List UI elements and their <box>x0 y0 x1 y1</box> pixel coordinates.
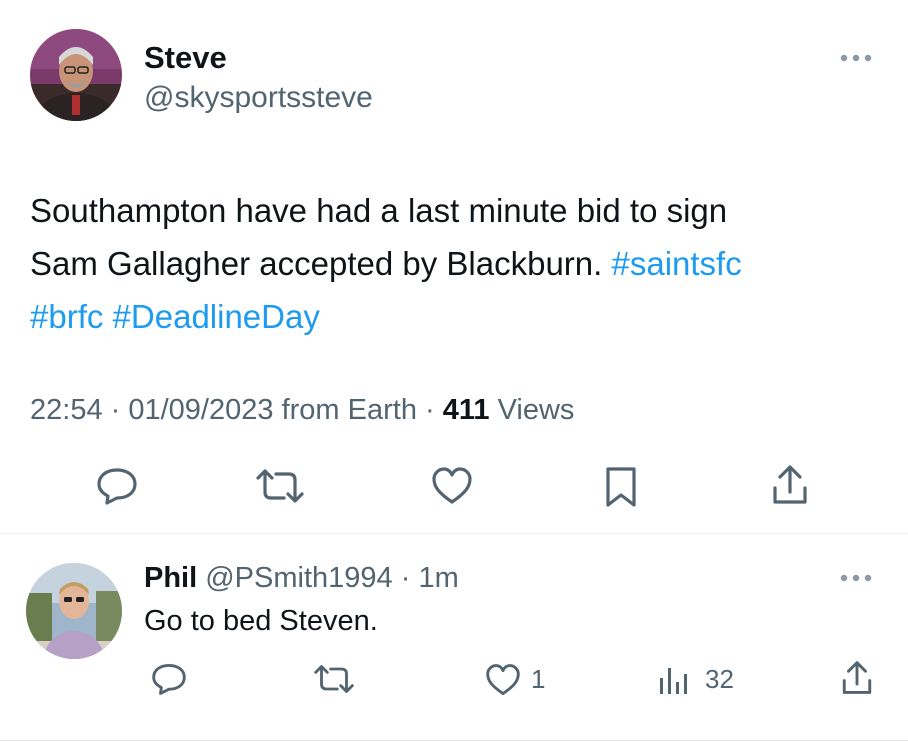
reply-header: Phil @PSmith1994 · 1m <box>144 560 459 596</box>
views-label[interactable]: Views <box>490 394 575 426</box>
hashtag-brfc[interactable]: #brfc <box>30 298 103 335</box>
separator-dot: · <box>416 394 443 426</box>
tweet-source: from Earth <box>273 394 417 426</box>
author-avatar[interactable] <box>30 29 122 121</box>
tweet-text-line-1: Southampton have had a last minute bid t… <box>30 192 728 229</box>
reply-reply-icon[interactable] <box>150 662 188 696</box>
reply-more-options-icon[interactable] <box>836 570 876 586</box>
author-name[interactable]: Steve <box>144 40 227 76</box>
tweet-time[interactable]: 22:54 <box>30 394 103 426</box>
hashtag-deadlineday[interactable]: #DeadlineDay <box>113 298 320 335</box>
tweet-date[interactable]: 01/09/2023 <box>128 394 273 426</box>
tweet-text: Southampton have had a last minute bid t… <box>30 184 890 343</box>
tweet-text-line-2: Sam Gallagher accepted by Blackburn. #sa… <box>30 237 890 290</box>
tweet-metadata: 22:54 · 01/09/2023 from Earth · 411 View… <box>30 392 574 428</box>
separator-dot: · <box>392 562 419 594</box>
reply-text: Go to bed Steven. <box>144 605 378 637</box>
reply-author-name[interactable]: Phil <box>144 562 197 594</box>
divider <box>0 740 908 741</box>
author-handle[interactable]: @skysportssteve <box>144 80 373 116</box>
more-options-icon[interactable] <box>836 50 876 66</box>
divider <box>0 533 908 534</box>
reply-views-icon[interactable] <box>658 664 690 696</box>
reply-author-handle[interactable]: @PSmith1994 <box>205 562 392 594</box>
like-icon[interactable] <box>430 466 474 506</box>
hashtag-saintsfc[interactable]: #saintsfc <box>611 245 741 282</box>
reply-time[interactable]: 1m <box>418 562 458 594</box>
reply-icon[interactable] <box>95 466 139 506</box>
reply-like-count[interactable]: 1 <box>531 664 545 694</box>
separator-dot: · <box>102 394 129 426</box>
reply-view-count[interactable]: 32 <box>705 664 734 694</box>
reply-retweet-icon[interactable] <box>312 664 356 694</box>
bookmark-icon[interactable] <box>604 466 638 508</box>
retweet-icon[interactable] <box>254 468 306 504</box>
reply-like-icon[interactable] <box>484 663 522 697</box>
views-count[interactable]: 411 <box>443 394 490 426</box>
reply-share-icon[interactable] <box>840 660 874 696</box>
tweet-text-body: Sam Gallagher accepted by Blackburn. <box>30 245 612 282</box>
reply-author-avatar[interactable] <box>26 563 122 659</box>
share-icon[interactable] <box>770 464 810 506</box>
tweet-text-line-3: #brfc #DeadlineDay <box>30 290 890 343</box>
